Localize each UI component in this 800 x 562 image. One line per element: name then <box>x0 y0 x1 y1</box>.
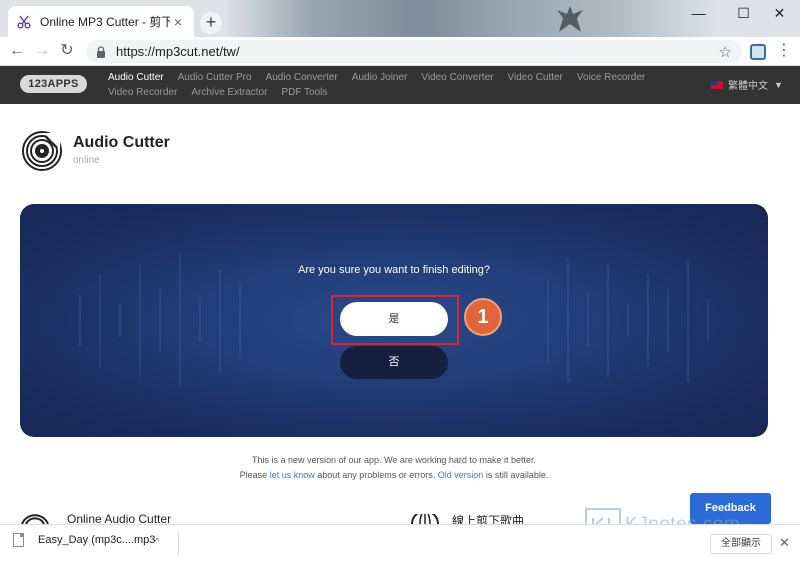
let-us-know-link[interactable]: let us know <box>270 470 315 480</box>
notice-text-after: is still available. <box>483 470 549 480</box>
download-separator <box>178 531 179 556</box>
url-text[interactable]: https://mp3cut.net/tw/ <box>116 44 719 59</box>
nav-link-video-cutter[interactable]: Video Cutter <box>507 71 562 84</box>
window-minimize-button[interactable]: — <box>676 0 721 29</box>
nav-link-audio-converter[interactable]: Audio Converter <box>266 71 338 84</box>
close-download-bar-icon[interactable]: ✕ <box>779 535 790 551</box>
yes-button-highlight <box>331 295 459 345</box>
vinyl-feature-icon <box>21 514 49 524</box>
site-nav: 123APPS Audio Cutter Audio Cutter Pro Au… <box>0 66 800 104</box>
confirm-question: Are you sure you want to finish editing? <box>297 264 490 276</box>
nav-link-audio-cutter[interactable]: Audio Cutter <box>108 71 164 84</box>
download-options-caret-icon[interactable]: ^ <box>155 536 159 546</box>
vinyl-record-icon <box>22 131 62 171</box>
extension-icon[interactable] <box>750 44 766 60</box>
site-nav-links: Audio Cutter Audio Cutter Pro Audio Conv… <box>108 71 648 99</box>
nav-link-video-recorder[interactable]: Video Recorder <box>108 86 177 99</box>
tab-close-icon[interactable]: × <box>170 14 186 30</box>
nav-link-audio-cutter-pro[interactable]: Audio Cutter Pro <box>178 71 252 84</box>
old-version-link[interactable]: Old version <box>438 470 484 480</box>
globe-icon <box>411 514 439 524</box>
browser-theme-artwork <box>225 0 715 37</box>
download-filename: Easy_Day (mp3c....mp3 <box>38 534 156 546</box>
download-bar: Easy_Day (mp3c....mp3 ^ 全部顯示 ✕ <box>0 524 800 562</box>
new-version-notice: This is a new version of our app. We are… <box>252 455 536 465</box>
no-button[interactable]: 否 <box>340 346 448 379</box>
nav-link-archive-extractor[interactable]: Archive Extractor <box>191 86 267 99</box>
browser-toolbar: ← → ↻ https://mp3cut.net/tw/ ☆ ⋮ <box>0 37 800 66</box>
notice-text-middle: about any problems or errors. <box>314 470 438 480</box>
new-tab-button[interactable]: + <box>200 12 222 34</box>
browser-titlebar: Online MP3 Cutter - 剪下歌曲 × + — ☐ ✕ <box>0 0 800 37</box>
lock-icon <box>97 45 105 58</box>
browser-menu-icon[interactable]: ⋮ <box>776 41 792 61</box>
nav-link-video-converter[interactable]: Video Converter <box>421 71 493 84</box>
site-logo[interactable]: 123APPS <box>20 75 87 93</box>
notice-text-before: Please <box>239 470 270 480</box>
bird-silhouette-icon <box>557 6 583 32</box>
scissors-favicon-icon <box>16 14 32 30</box>
bookmark-star-icon[interactable]: ☆ <box>719 43 732 61</box>
show-all-downloads-button[interactable]: 全部顯示 <box>710 534 772 554</box>
back-button[interactable]: ← <box>6 40 28 62</box>
browser-tab[interactable]: Online MP3 Cutter - 剪下歌曲 × <box>8 6 194 37</box>
address-bar[interactable]: https://mp3cut.net/tw/ ☆ <box>86 40 742 63</box>
window-close-button[interactable]: ✕ <box>757 0 800 29</box>
step-number-badge: 1 <box>464 298 502 336</box>
nav-link-audio-joiner[interactable]: Audio Joiner <box>352 71 408 84</box>
language-label: 繁體中文 <box>728 81 768 92</box>
app-title: Audio Cutter <box>73 134 170 151</box>
language-selector[interactable]: 繁體中文 ▼ <box>711 77 783 92</box>
tab-title: Online MP3 Cutter - 剪下歌曲 <box>40 15 170 29</box>
nav-link-voice-recorder[interactable]: Voice Recorder <box>577 71 645 84</box>
forward-button[interactable]: → <box>31 40 53 62</box>
caret-down-icon: ▼ <box>774 79 783 90</box>
app-subtitle: online <box>73 155 100 166</box>
download-item[interactable]: Easy_Day (mp3c....mp3 <box>13 533 155 547</box>
nav-link-pdf-tools[interactable]: PDF Tools <box>281 86 327 99</box>
reload-button[interactable]: ↻ <box>56 40 78 62</box>
feedback-notice: Please let us know about any problems or… <box>0 470 788 480</box>
taiwan-flag-icon <box>711 80 723 89</box>
file-icon <box>13 533 24 547</box>
